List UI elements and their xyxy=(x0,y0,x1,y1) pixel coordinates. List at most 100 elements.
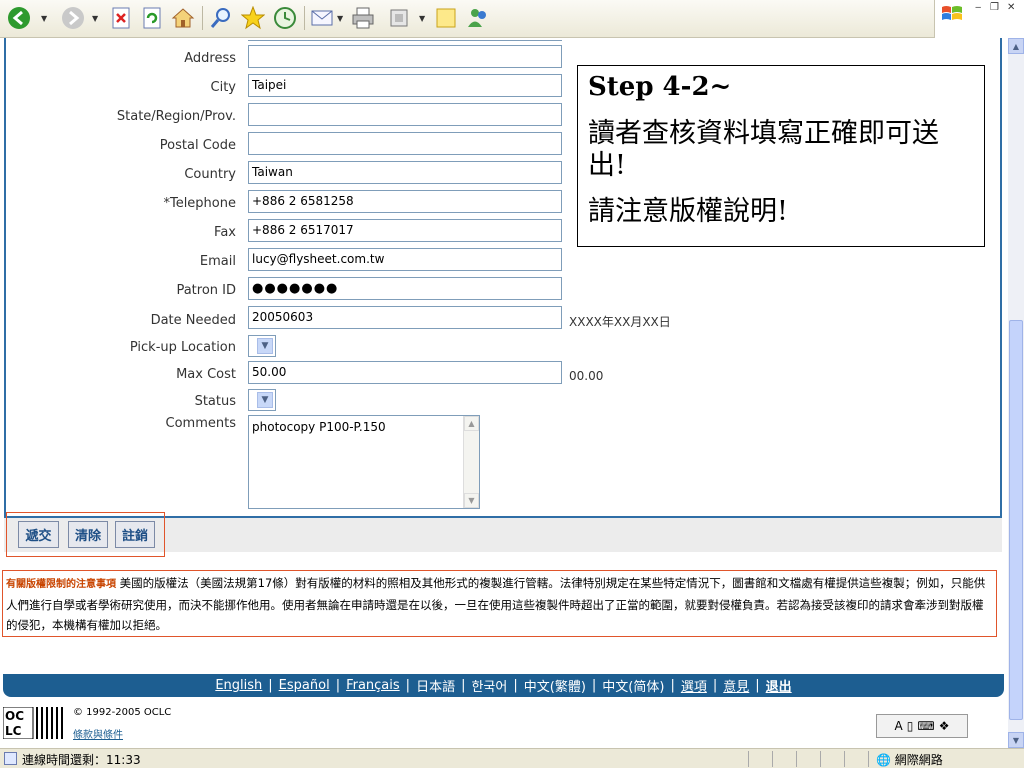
notice-text: 美國的版權法（美國法規第17條）對有版權的材料的照相及其他形式的複製進行管轄。法… xyxy=(6,576,986,632)
submit-button[interactable]: 遞交 xyxy=(18,521,59,548)
search-icon[interactable] xyxy=(208,5,234,31)
cancel-button[interactable]: 註銷 xyxy=(115,521,155,548)
stop-icon[interactable] xyxy=(108,5,134,31)
status-divider xyxy=(772,751,773,767)
page-icon xyxy=(4,752,17,765)
date-format-hint: XXXX年XX月XX日 xyxy=(569,315,671,329)
telephone-input[interactable]: +886 2 6581258 xyxy=(248,190,562,213)
refresh-icon[interactable] xyxy=(139,5,165,31)
book-icon[interactable]: ❖ xyxy=(939,719,950,733)
label-status: Status xyxy=(194,394,236,409)
scroll-down-icon[interactable]: ▼ xyxy=(464,493,479,508)
lang-english[interactable]: English xyxy=(215,678,262,693)
terms-link[interactable]: 條款與條件 xyxy=(73,726,123,741)
scroll-down-icon[interactable]: ▼ xyxy=(1008,732,1024,748)
label-patron-id: Patron ID xyxy=(176,283,236,298)
clear-button[interactable]: 清除 xyxy=(68,521,108,548)
exit-link[interactable]: 退出 xyxy=(766,676,792,695)
page-scrollbar[interactable]: ▲ ▼ xyxy=(1008,38,1024,748)
label-postal-code: Postal Code xyxy=(159,138,236,153)
close-icon[interactable]: ✕ xyxy=(1007,2,1015,13)
language-bar: English | Español | Français | 日本語 | 한국어 | 中文… xyxy=(3,674,1004,697)
country-input[interactable]: Taiwan xyxy=(248,161,562,184)
favorites-icon[interactable] xyxy=(240,5,266,31)
label-max-cost: Max Cost xyxy=(176,367,236,382)
mail-icon[interactable] xyxy=(310,5,336,31)
back-icon[interactable] xyxy=(6,5,32,31)
address-input[interactable] xyxy=(248,45,562,68)
text-icon[interactable]: A xyxy=(895,719,903,733)
edit-dropdown-icon[interactable]: ▼ xyxy=(419,14,425,23)
status-select[interactable]: ▼ xyxy=(248,389,276,411)
toolbar-divider xyxy=(304,6,305,30)
step-heading: Step 4-2~ xyxy=(588,72,732,102)
lang-korean[interactable]: 한국어 xyxy=(471,676,507,695)
step-annotation: Step 4-2~ 讀者查核資料填寫正確即可送出! 請注意版權說明! xyxy=(577,65,985,247)
postal-code-input[interactable] xyxy=(248,132,562,155)
globe-icon: 🌐 xyxy=(876,753,891,767)
email-input[interactable]: lucy@flysheet.com.tw xyxy=(248,248,562,271)
svg-text:OC: OC xyxy=(5,709,24,723)
internet-zone: 🌐 網際網路 xyxy=(876,751,943,768)
scroll-up-icon[interactable]: ▲ xyxy=(464,416,479,431)
windows-logo-icon xyxy=(942,6,962,20)
scroll-thumb[interactable] xyxy=(1009,320,1023,720)
lang-japanese[interactable]: 日本語 xyxy=(416,676,455,695)
city-input[interactable]: Taipei xyxy=(248,74,562,97)
label-comments: Comments xyxy=(165,416,236,431)
status-bar: 連線時間還剩：11:33 🌐 網際網路 xyxy=(0,748,1024,768)
comments-textarea[interactable]: photocopy P100-P.150 ▲ ▼ xyxy=(248,415,480,509)
label-pickup-location: Pick-up Location xyxy=(129,340,236,355)
messenger-icon[interactable] xyxy=(465,5,491,31)
cost-format-hint: 00.00 xyxy=(569,369,604,383)
state-input[interactable] xyxy=(248,103,562,126)
status-divider xyxy=(868,751,869,767)
mail-dropdown-icon[interactable]: ▼ xyxy=(337,14,343,23)
chevron-down-icon: ▼ xyxy=(257,338,273,354)
forward-icon[interactable] xyxy=(60,5,86,31)
date-needed-input[interactable]: 20050603 xyxy=(248,306,562,329)
label-address: Address xyxy=(184,51,236,66)
discuss-icon[interactable] xyxy=(433,5,459,31)
label-fax: Fax xyxy=(214,225,236,240)
status-divider xyxy=(796,751,797,767)
zone-label: 網際網路 xyxy=(894,753,943,767)
edit-icon[interactable] xyxy=(386,5,412,31)
panel-icon[interactable]: ▯ xyxy=(907,719,914,733)
keyboard-icon[interactable]: ⌨ xyxy=(917,719,934,733)
status-divider xyxy=(748,751,749,767)
previous-field-edge xyxy=(248,38,562,41)
restore-icon[interactable]: ❐ xyxy=(990,2,999,13)
max-cost-input[interactable]: 50.00 xyxy=(248,361,562,384)
status-divider xyxy=(844,751,845,767)
lang-spanish[interactable]: Español xyxy=(279,678,330,693)
label-email: Email xyxy=(199,254,236,269)
scroll-up-icon[interactable]: ▲ xyxy=(1008,38,1024,54)
pickup-location-select[interactable]: ▼ xyxy=(248,335,276,357)
label-date-needed: Date Needed xyxy=(150,313,236,328)
status-text: 連線時間還剩：11:33 xyxy=(22,753,141,767)
chevron-down-icon: ▼ xyxy=(257,392,273,408)
minimize-icon[interactable]: ‒ xyxy=(975,2,981,13)
window-controls: ‒ ❐ ✕ xyxy=(934,0,1024,38)
lang-french[interactable]: Français xyxy=(346,678,400,693)
textarea-scrollbar[interactable]: ▲ ▼ xyxy=(463,416,479,508)
patron-id-input[interactable]: ●●●●●●● xyxy=(248,277,562,300)
back-dropdown-icon[interactable]: ▼ xyxy=(41,14,47,23)
forward-dropdown-icon[interactable]: ▼ xyxy=(92,14,98,23)
label-telephone: *Telephone xyxy=(163,196,236,211)
lang-chinese-simplified[interactable]: 中文(简体) xyxy=(602,676,664,695)
history-icon[interactable] xyxy=(272,5,298,31)
notice-title: 有關版權限制的注意事項 xyxy=(6,579,116,590)
browser-toolbar: ▼ ▼ ▼ ▼ ‒ ❐ ✕ xyxy=(0,0,1024,38)
feedback-link[interactable]: 意見 xyxy=(723,676,749,695)
home-icon[interactable] xyxy=(170,5,196,31)
print-icon[interactable] xyxy=(350,5,376,31)
lang-chinese-traditional[interactable]: 中文(繁體) xyxy=(524,676,586,695)
options-link[interactable]: 選項 xyxy=(681,676,707,695)
label-country: Country xyxy=(184,167,236,182)
input-tools[interactable]: A ▯ ⌨ ❖ xyxy=(876,714,968,738)
label-state: State/Region/Prov. xyxy=(116,109,236,124)
fax-input[interactable]: +886 2 6517017 xyxy=(248,219,562,242)
step-instruction: 讀者查核資料填寫正確即可送出! xyxy=(588,118,939,181)
